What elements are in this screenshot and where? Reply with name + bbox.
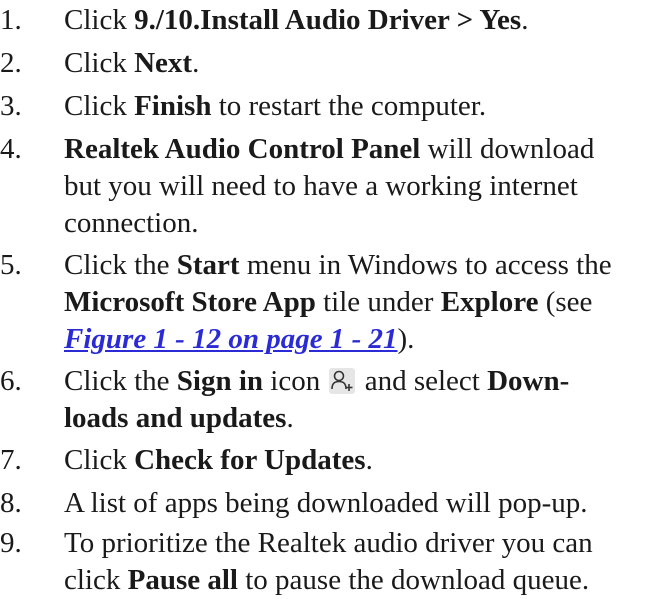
step-number: 3. (0, 90, 22, 122)
pause-all-label: Pause all (127, 564, 238, 596)
microsoft-store-label: Microsoft Store App (64, 286, 316, 318)
downloads-label-part2: loads and updates (64, 402, 287, 434)
step-number: 6. (0, 365, 22, 397)
step-text: Click Next. (64, 47, 200, 79)
figure-reference-link[interactable]: Figure 1 - 12 on page 1 - 21 (64, 323, 398, 355)
sign-in-label: Sign in (176, 365, 264, 397)
start-label: Start (176, 249, 240, 281)
person-add-icon (329, 368, 356, 394)
step-text: Realtek Audio Control Panel will downloa… (64, 133, 595, 239)
step-number: 7. (0, 444, 22, 476)
step-number: 2. (0, 47, 22, 79)
step-text: Click Finish to restart the computer. (64, 90, 487, 122)
step-text: To prioritize the Realtek audio driver y… (64, 527, 593, 596)
finish-label: Finish (134, 90, 212, 122)
step-number: 5. (0, 249, 22, 281)
step-number: 4. (0, 133, 22, 165)
instruction-document: 1. Click 9./10.Install Audio Driver > Ye… (0, 0, 668, 599)
step-text: Click the Sign in icon and select Down- … (64, 365, 570, 434)
explore-label: Explore (440, 286, 539, 318)
step-number: 1. (0, 4, 22, 36)
check-updates-label: Check for Updates (134, 444, 366, 476)
next-label: Next (134, 47, 193, 79)
step-text: Click 9./10.Install Audio Driver > Yes. (64, 4, 529, 36)
step-number: 8. (0, 487, 22, 519)
realtek-panel-label: Realtek Audio Control Panel (64, 133, 421, 165)
downloads-label-part1: Down- (487, 365, 570, 397)
step-text: Click the Start menu in Windows to acces… (64, 249, 612, 355)
install-audio-driver-label: 9./10.Install Audio Driver > Yes (134, 4, 522, 36)
step-number: 9. (0, 527, 22, 559)
step-text: A list of apps being downloaded will pop… (64, 487, 588, 519)
step-text: Click Check for Updates. (64, 444, 373, 476)
